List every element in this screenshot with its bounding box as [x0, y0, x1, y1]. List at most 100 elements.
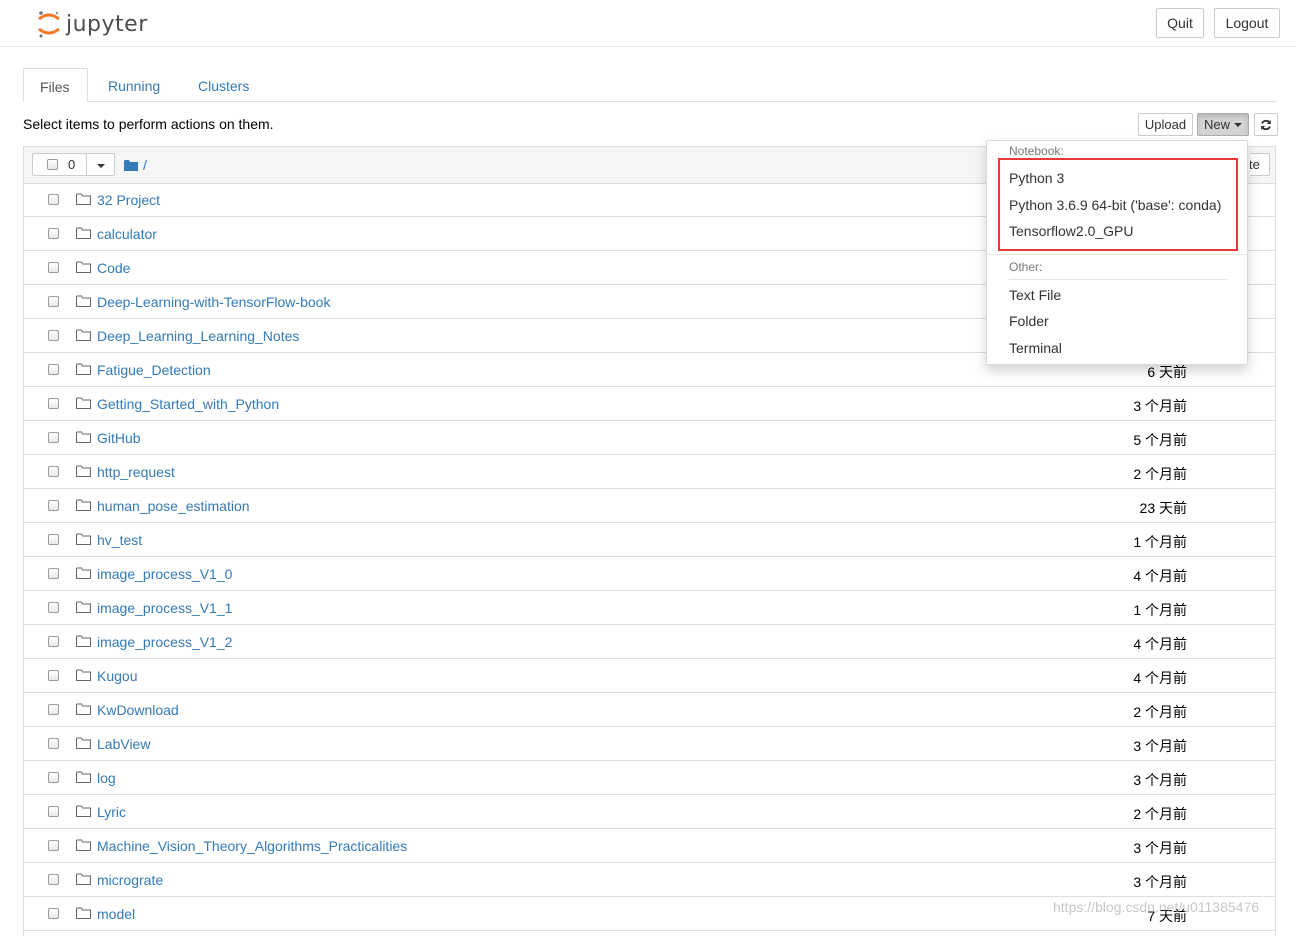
notebook-highlight-box	[998, 158, 1238, 251]
row-checkbox[interactable]	[48, 398, 59, 409]
logo-text: jupyter	[66, 11, 148, 37]
row-checkbox[interactable]	[48, 908, 59, 919]
breadcrumb[interactable]: /	[124, 157, 147, 173]
row-checkbox[interactable]	[48, 636, 59, 647]
upload-button[interactable]: Upload	[1138, 113, 1193, 136]
file-name-link[interactable]: Deep_Learning_Learning_Notes	[97, 328, 299, 344]
file-name-link[interactable]: Fatigue_Detection	[97, 362, 211, 378]
row-checkbox[interactable]	[48, 432, 59, 443]
file-name-link[interactable]: image_process_V1_0	[97, 566, 232, 582]
row-checkbox[interactable]	[48, 738, 59, 749]
row-checkbox[interactable]	[48, 534, 59, 545]
notebook-header: Notebook:	[1009, 144, 1064, 158]
tab-files[interactable]: Files	[23, 68, 88, 102]
modified-time: 4 个月前	[1133, 636, 1187, 652]
file-name-link[interactable]: http_request	[97, 464, 175, 480]
select-all-checkbox[interactable]	[47, 159, 58, 170]
table-row[interactable]: image_process_V1_1 1 个月前	[24, 591, 1275, 625]
file-name-link[interactable]: image_process_V1_2	[97, 634, 232, 650]
select-menu-caret[interactable]	[86, 154, 116, 175]
folder-icon	[76, 363, 91, 375]
watermark: https://blog.csdn.net/u011385476	[1053, 899, 1260, 915]
row-checkbox[interactable]	[48, 262, 59, 273]
row-checkbox[interactable]	[48, 602, 59, 613]
jupyter-logo[interactable]: jupyter	[36, 9, 148, 39]
row-checkbox[interactable]	[48, 466, 59, 477]
row-checkbox[interactable]	[48, 806, 59, 817]
logout-button[interactable]: Logout	[1214, 8, 1280, 38]
row-checkbox[interactable]	[48, 670, 59, 681]
row-checkbox[interactable]	[48, 228, 59, 239]
folder-icon	[76, 499, 91, 511]
file-name-link[interactable]: Code	[97, 260, 130, 276]
file-name-link[interactable]: hv_test	[97, 532, 142, 548]
folder-icon	[76, 295, 91, 307]
table-row[interactable]: GitHub 5 个月前	[24, 421, 1275, 455]
new-button[interactable]: New	[1197, 113, 1249, 136]
folder-icon	[76, 703, 91, 715]
table-row[interactable]: log 3 个月前	[24, 761, 1275, 795]
select-info-text: Select items to perform actions on them.	[23, 116, 274, 132]
table-row[interactable]: KwDownload 2 个月前	[24, 693, 1275, 727]
file-name-link[interactable]: human_pose_estimation	[97, 498, 250, 514]
table-row[interactable]: image_process_V1_0 4 个月前	[24, 557, 1275, 591]
tab-clusters[interactable]: Clusters	[182, 68, 265, 101]
folder-icon	[76, 805, 91, 817]
tab-running[interactable]: Running	[92, 68, 176, 101]
file-name-link[interactable]: Deep-Learning-with-TensorFlow-book	[97, 294, 330, 310]
other-header: Other:	[1009, 260, 1043, 274]
folder-icon	[76, 397, 91, 409]
table-row[interactable]: Machine_Vision_Theory_Algorithms_Practic…	[24, 829, 1275, 863]
file-name-link[interactable]: calculator	[97, 226, 157, 242]
table-row[interactable]: Lyric 2 个月前	[24, 795, 1275, 829]
folder-icon	[124, 159, 138, 171]
select-all-control[interactable]: 0	[32, 153, 115, 176]
modified-time: 1 个月前	[1133, 602, 1187, 618]
file-name-link[interactable]: model	[97, 906, 135, 922]
row-checkbox[interactable]	[48, 330, 59, 341]
file-name-link[interactable]: micrograte	[97, 872, 163, 888]
folder-icon	[76, 227, 91, 239]
file-name-link[interactable]: GitHub	[97, 430, 141, 446]
table-row[interactable]: human_pose_estimation 23 天前	[24, 489, 1275, 523]
menu-item-text-file[interactable]: Text File	[1009, 287, 1061, 303]
file-name-link[interactable]: image_process_V1_1	[97, 600, 232, 616]
folder-icon	[76, 669, 91, 681]
row-checkbox[interactable]	[48, 296, 59, 307]
menu-item-terminal[interactable]: Terminal	[1009, 340, 1062, 356]
sort-button[interactable]: te	[1250, 153, 1270, 176]
file-name-link[interactable]: 32 Project	[97, 192, 160, 208]
file-name-link[interactable]: Lyric	[97, 804, 126, 820]
row-checkbox[interactable]	[48, 772, 59, 783]
file-name-link[interactable]: Machine_Vision_Theory_Algorithms_Practic…	[97, 838, 407, 854]
table-row[interactable]: LabView 3 个月前	[24, 727, 1275, 761]
table-row[interactable]: http_request 2 个月前	[24, 455, 1275, 489]
file-name-link[interactable]: log	[97, 770, 116, 786]
modified-time: 6 天前	[1147, 364, 1187, 380]
modified-time: 4 个月前	[1133, 568, 1187, 584]
row-checkbox[interactable]	[48, 840, 59, 851]
row-checkbox[interactable]	[48, 568, 59, 579]
modified-time: 3 个月前	[1133, 772, 1187, 788]
file-name-link[interactable]: KwDownload	[97, 702, 179, 718]
caret-down-icon	[1234, 122, 1242, 127]
row-checkbox[interactable]	[48, 194, 59, 205]
file-name-link[interactable]: LabView	[97, 736, 150, 752]
table-row[interactable]: Kugou 4 个月前	[24, 659, 1275, 693]
modified-time: 3 个月前	[1133, 398, 1187, 414]
folder-icon	[76, 771, 91, 783]
row-checkbox[interactable]	[48, 874, 59, 885]
row-checkbox[interactable]	[48, 500, 59, 511]
row-checkbox[interactable]	[48, 364, 59, 375]
table-row[interactable]: Getting_Started_with_Python 3 个月前	[24, 387, 1275, 421]
file-name-link[interactable]: Getting_Started_with_Python	[97, 396, 279, 412]
table-row[interactable]: micrograte 3 个月前	[24, 863, 1275, 897]
breadcrumb-root[interactable]: /	[143, 157, 147, 173]
quit-button[interactable]: Quit	[1156, 8, 1204, 38]
menu-item-folder[interactable]: Folder	[1009, 313, 1049, 329]
file-name-link[interactable]: Kugou	[97, 668, 137, 684]
table-row[interactable]: hv_test 1 个月前	[24, 523, 1275, 557]
refresh-button[interactable]	[1254, 113, 1278, 136]
row-checkbox[interactable]	[48, 704, 59, 715]
table-row[interactable]: image_process_V1_2 4 个月前	[24, 625, 1275, 659]
